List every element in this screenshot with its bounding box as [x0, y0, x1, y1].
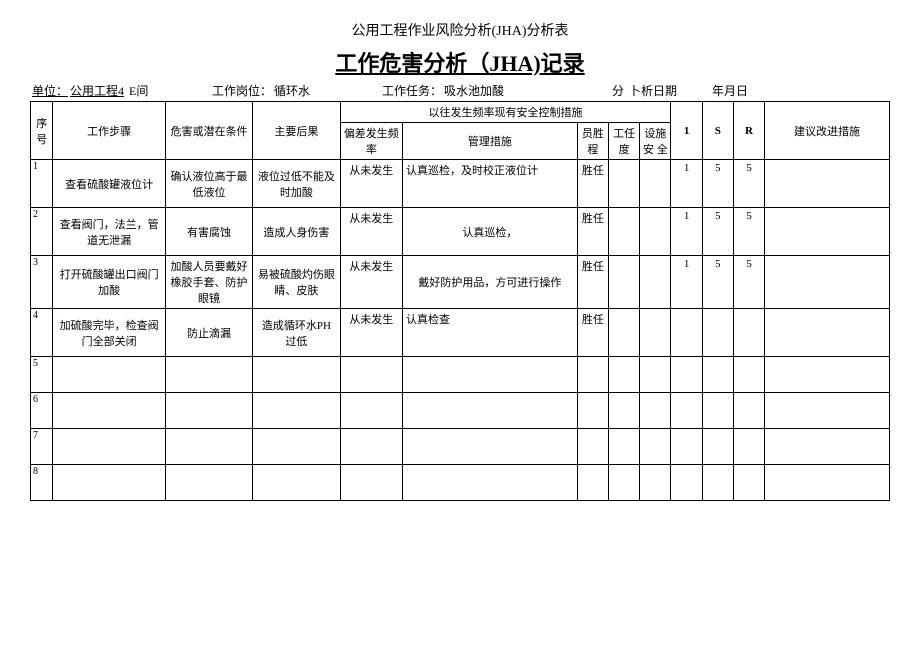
- doc-small-title: 公用工程作业风险分析(JHA)分析表: [30, 20, 890, 40]
- cell-r: 5: [733, 208, 764, 256]
- th-seq: 序号: [31, 102, 53, 160]
- cell-step: 查看阀门，法兰，管道无泄漏: [53, 208, 165, 256]
- cell-equip: [640, 309, 671, 357]
- cell-result: 液位过低不能及时加酸: [253, 160, 340, 208]
- cell-seq: 8: [31, 465, 53, 501]
- cell-s: [702, 309, 733, 357]
- cell-result: 易被硫酸灼伤眼睛、皮肤: [253, 256, 340, 309]
- cell-mgmt: 戴好防护用品，方可进行操作: [403, 256, 578, 309]
- task-label: 工作任务：: [382, 84, 442, 98]
- cell-comp: 胜任: [577, 208, 608, 256]
- cell-seq: 5: [31, 357, 53, 393]
- th-work: 工任度: [609, 123, 640, 160]
- th-one: 1: [671, 102, 702, 160]
- table-row: 5: [31, 357, 890, 393]
- cell-step: 加硫酸完毕，检查阀门全部关闭: [53, 309, 165, 357]
- cell-mgmt: 认真检查: [403, 309, 578, 357]
- cell-seq: 2: [31, 208, 53, 256]
- cell-r: [733, 309, 764, 357]
- cell-equip: [640, 256, 671, 309]
- cell-hazard: 有害腐蚀: [165, 208, 252, 256]
- cell-one: 1: [671, 160, 702, 208]
- cell-work: [609, 208, 640, 256]
- cell-work: [609, 309, 640, 357]
- cell-seq: 3: [31, 256, 53, 309]
- cell-step: 查看硫酸罐液位计: [53, 160, 165, 208]
- cell-s: 5: [702, 208, 733, 256]
- cell-step: 打开硫酸罐出口阀门加酸: [53, 256, 165, 309]
- cell-one: 1: [671, 256, 702, 309]
- cell-result: 造成循环水PH 过低: [253, 309, 340, 357]
- unit-value: 公用工程4: [70, 84, 124, 98]
- table-row: 6: [31, 393, 890, 429]
- cell-s: 5: [702, 160, 733, 208]
- cell-equip: [640, 160, 671, 208]
- cell-comp: 胜任: [577, 309, 608, 357]
- table-row: 3 打开硫酸罐出口阀门加酸 加酸人员要戴好橡胶手套、防护眼镜 易被硫酸灼伤眼睛、…: [31, 256, 890, 309]
- cell-equip: [640, 208, 671, 256]
- post-value: 循环水: [274, 84, 310, 98]
- cell-hazard: 加酸人员要戴好橡胶手套、防护眼镜: [165, 256, 252, 309]
- cell-seq: 7: [31, 429, 53, 465]
- post-label: 工作岗位：: [212, 84, 272, 98]
- cell-seq: 4: [31, 309, 53, 357]
- table-row: 8: [31, 465, 890, 501]
- cell-freq: 从未发生: [340, 208, 402, 256]
- th-sugg: 建议改进措施: [765, 102, 890, 160]
- table-row: 4 加硫酸完毕，检查阀门全部关闭 防止滴漏 造成循环水PH 过低 从未发生 认真…: [31, 309, 890, 357]
- cell-result: 造成人身伤害: [253, 208, 340, 256]
- task-value: 吸水池加酸: [444, 84, 504, 98]
- cell-freq: 从未发生: [340, 256, 402, 309]
- cell-s: 5: [702, 256, 733, 309]
- workshop-suffix: E间: [129, 84, 148, 98]
- cell-freq: 从未发生: [340, 309, 402, 357]
- doc-main-title: 工作危害分析（JHA)记录: [30, 46, 890, 78]
- table-row: 2 查看阀门，法兰，管道无泄漏 有害腐蚀 造成人身伤害 从未发生 认真巡检， 胜…: [31, 208, 890, 256]
- cell-sugg: [765, 256, 890, 309]
- date-label: 卜析日期: [629, 84, 677, 98]
- cell-comp: 胜任: [577, 160, 608, 208]
- cell-work: [609, 160, 640, 208]
- cell-hazard: 防止滴漏: [165, 309, 252, 357]
- meta-row: 单位：公用工程4 E间 工作岗位：循环水 工作任务：吸水池加酸 分 卜析日期 年…: [30, 82, 890, 101]
- cell-mgmt: 认真巡检，: [403, 208, 578, 256]
- cell-hazard: 确认液位高于最低液位: [165, 160, 252, 208]
- cell-mgmt: 认真巡检，及时校正液位计: [403, 160, 578, 208]
- cell-seq: 1: [31, 160, 53, 208]
- date-value: 年月日: [712, 84, 748, 98]
- th-hazard: 危害或潜在条件: [165, 102, 252, 160]
- table-row: 1 查看硫酸罐液位计 确认液位高于最低液位 液位过低不能及时加酸 从未发生 认真…: [31, 160, 890, 208]
- th-freq-control: 以往发生频率现有安全控制措施: [340, 102, 671, 123]
- th-comp: 员胜程: [577, 123, 608, 160]
- th-r: R: [733, 102, 764, 160]
- cell-freq: 从未发生: [340, 160, 402, 208]
- cell-r: 5: [733, 256, 764, 309]
- unit-label: 单位：: [32, 84, 68, 98]
- cell-seq: 6: [31, 393, 53, 429]
- th-freq: 偏差发生频率: [340, 123, 402, 160]
- table-row: 7: [31, 429, 890, 465]
- th-s: S: [702, 102, 733, 160]
- th-result: 主要后果: [253, 102, 340, 160]
- jha-table: 序号 工作步骤 危害或潜在条件 主要后果 以往发生频率现有安全控制措施 1 S …: [30, 101, 890, 501]
- cell-comp: 胜任: [577, 256, 608, 309]
- th-mgmt: 管理措施: [403, 123, 578, 160]
- analysis-prefix: 分: [612, 84, 624, 98]
- cell-sugg: [765, 160, 890, 208]
- cell-sugg: [765, 208, 890, 256]
- cell-sugg: [765, 309, 890, 357]
- th-equip: 设施安 全: [640, 123, 671, 160]
- cell-r: 5: [733, 160, 764, 208]
- cell-one: 1: [671, 208, 702, 256]
- cell-work: [609, 256, 640, 309]
- th-step: 工作步骤: [53, 102, 165, 160]
- cell-one: [671, 309, 702, 357]
